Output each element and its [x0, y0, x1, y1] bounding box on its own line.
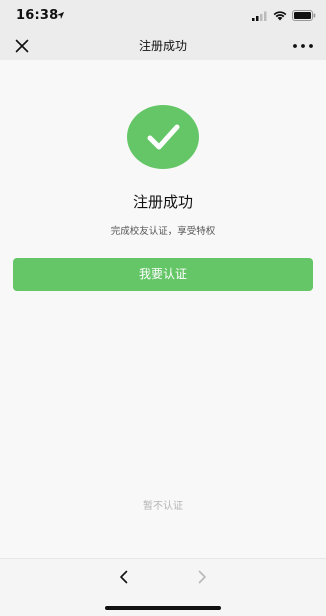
skip-verification-link[interactable]: 暂不认证	[0, 497, 326, 512]
status-indicators	[252, 10, 316, 21]
bottom-toolbar	[0, 558, 326, 616]
checkmark-icon	[147, 124, 180, 150]
home-indicator	[105, 606, 221, 610]
location-arrow-icon	[56, 11, 65, 20]
chevron-left-icon[interactable]	[117, 569, 131, 585]
result-description: 完成校友认证，享受特权	[110, 226, 216, 237]
main-content: 注册成功 完成校友认证，享受特权 我要认证 暂不认证	[0, 60, 326, 558]
nav-bar: 注册成功	[0, 32, 326, 60]
status-bar: 16:38	[0, 0, 326, 32]
status-time: 16:38	[16, 8, 59, 23]
page-title: 注册成功	[138, 39, 187, 53]
chevron-right-icon	[198, 570, 206, 584]
wifi-icon	[273, 10, 287, 20]
signal-icon	[252, 11, 267, 21]
success-badge	[127, 105, 199, 169]
verify-button[interactable]: 我要认证	[13, 258, 313, 291]
result-title: 注册成功	[132, 193, 193, 211]
battery-icon	[292, 10, 316, 21]
more-icon[interactable]	[292, 38, 314, 54]
